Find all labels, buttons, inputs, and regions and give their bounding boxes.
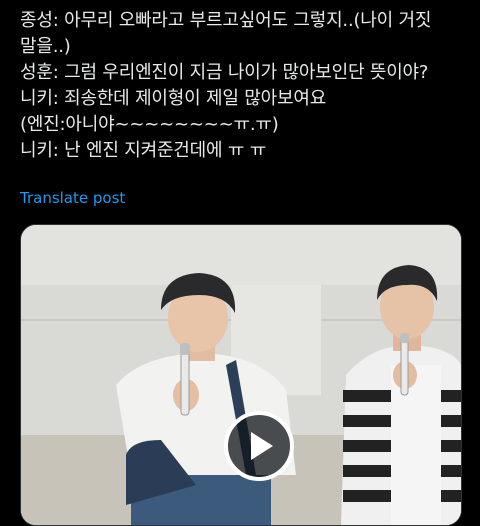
post-text-line: 니키: 난 엔진 지켜준건데에 ㅠ ㅠ — [20, 140, 267, 161]
play-icon — [251, 432, 273, 460]
post-text-line: 성훈: 그럼 우리엔진이 지금 나이가 많아보인단 뜻이야? — [20, 62, 429, 83]
video-player[interactable] — [20, 224, 462, 526]
post-text-line: 종성: 아무리 오빠라고 부르고싶어도 그렇지..(나이 거짓 — [20, 10, 432, 31]
video-thumbnail — [21, 225, 461, 525]
translate-post-link[interactable]: Translate post — [20, 189, 125, 207]
post-text-line: 말을..) — [20, 36, 71, 57]
post-text-line: 니키: 죄송한데 제이형이 제일 많아보여요 — [20, 88, 327, 109]
post-text-line: (엔진:아니야~~~~~~~~ㅠ.ㅠ) — [20, 114, 279, 135]
post-text: 종성: 아무리 오빠라고 부르고싶어도 그렇지..(나이 거짓 말을..) 성훈… — [20, 8, 466, 164]
play-button[interactable] — [224, 411, 294, 481]
